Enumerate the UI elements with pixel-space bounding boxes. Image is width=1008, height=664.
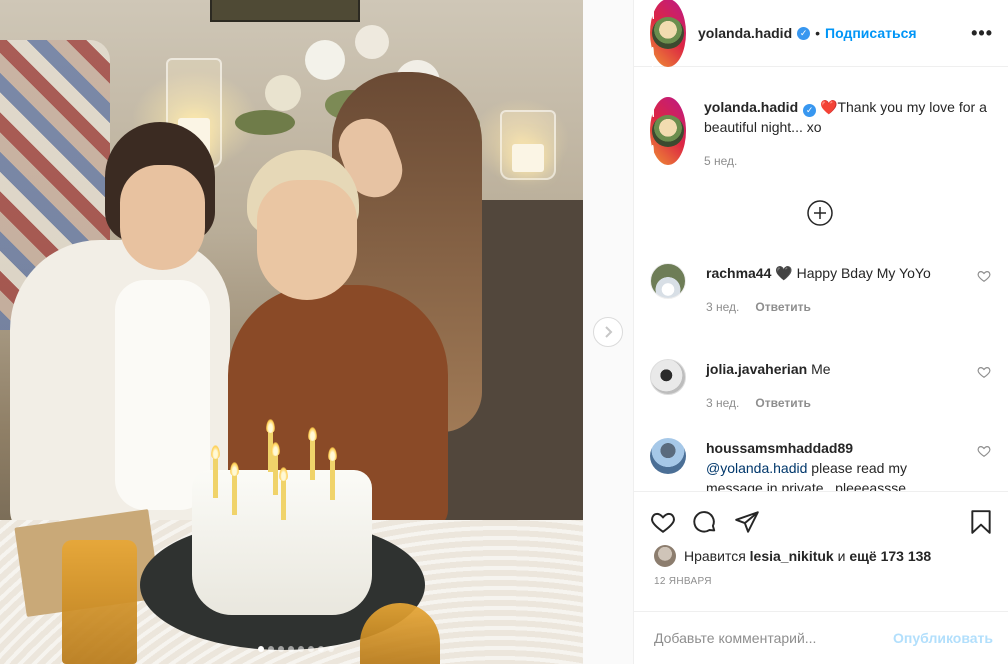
- carousel-dot: [278, 646, 284, 652]
- comment-item: jolia.javaherian Me 3 нед. Ответить: [650, 359, 995, 413]
- carousel-dots: [258, 646, 334, 652]
- more-icon[interactable]: •••: [971, 24, 993, 42]
- commenter-username[interactable]: jolia.javaherian: [706, 361, 807, 377]
- candle: [308, 427, 317, 480]
- carousel-dot: [318, 646, 324, 652]
- reply-button[interactable]: Ответить: [755, 297, 810, 317]
- comment-icon: [693, 511, 716, 533]
- author-username[interactable]: yolanda.hadid: [698, 25, 792, 41]
- carousel-dot: [298, 646, 304, 652]
- comment-time[interactable]: 3 нед.: [706, 297, 739, 317]
- commenter-avatar[interactable]: [650, 359, 686, 395]
- chevron-right-icon: [605, 326, 613, 338]
- comment-text: 🖤 Happy Bday My YoYo: [775, 265, 931, 281]
- candle-jar: [500, 110, 556, 180]
- comment-item: houssamsmhaddad89 @yolanda.hadid please …: [650, 438, 995, 491]
- caption-avatar[interactable]: [650, 97, 686, 165]
- reply-button[interactable]: Ответить: [755, 393, 810, 413]
- post-panel: yolanda.hadid ✓ • Подписаться ••• yoland…: [633, 0, 1008, 664]
- comments-list[interactable]: yolanda.hadid ✓ ❤️Thank you my love for a…: [634, 67, 1008, 491]
- add-comment-bar: Добавьте комментарий... Опубликовать: [634, 611, 1008, 664]
- carousel-dot: [328, 646, 334, 652]
- likes-summary[interactable]: Нравится lesia_nikituk и ещё 173 138: [634, 538, 1008, 568]
- carousel-dot: [258, 646, 264, 652]
- next-photo-button[interactable]: [593, 317, 623, 347]
- commenter-username[interactable]: houssamsmhaddad89: [706, 440, 853, 456]
- liker-avatar[interactable]: [654, 545, 676, 567]
- add-comments-icon[interactable]: [806, 199, 834, 227]
- person-center-face: [257, 180, 357, 300]
- verified-icon: ✓: [797, 26, 811, 40]
- save-button[interactable]: [969, 509, 993, 535]
- post-header: yolanda.hadid ✓ • Подписаться •••: [634, 0, 1008, 67]
- action-bar: [634, 492, 1008, 538]
- like-button[interactable]: [650, 510, 676, 534]
- heart-emoji: ❤️: [820, 99, 838, 115]
- carousel-dot: [268, 646, 274, 652]
- publish-button[interactable]: Опубликовать: [893, 630, 993, 646]
- comment-text: Me: [811, 361, 831, 377]
- share-icon: [735, 511, 759, 533]
- verified-icon: ✓: [803, 103, 817, 117]
- likes-middle: и: [837, 548, 846, 564]
- candle: [230, 462, 239, 515]
- heart-icon[interactable]: [977, 444, 991, 458]
- comment-item: rachma44 🖤 Happy Bday My YoYo 3 нед. Отве…: [650, 263, 995, 317]
- candle: [279, 467, 288, 520]
- likes-prefix: Нравится: [684, 548, 746, 564]
- share-button[interactable]: [734, 509, 760, 535]
- person-left-face: [120, 165, 205, 270]
- author-avatar[interactable]: [650, 0, 686, 67]
- follow-button[interactable]: Подписаться: [825, 25, 917, 41]
- wall-painting: [210, 0, 360, 22]
- carousel-dot: [288, 646, 294, 652]
- post-photo[interactable]: [0, 0, 633, 664]
- heart-icon[interactable]: [977, 365, 991, 379]
- comment-mention[interactable]: @yolanda.hadid: [706, 460, 807, 476]
- comment-input[interactable]: Добавьте комментарий...: [654, 630, 893, 646]
- heart-icon[interactable]: [977, 269, 991, 283]
- comment-time[interactable]: 3 нед.: [706, 393, 739, 413]
- caption-username[interactable]: yolanda.hadid: [704, 99, 798, 115]
- commenter-avatar[interactable]: [650, 438, 686, 474]
- candle: [271, 442, 280, 495]
- heart-icon: [651, 512, 675, 533]
- bookmark-icon: [971, 510, 991, 534]
- caption: yolanda.hadid ✓ ❤️Thank you my love for a…: [650, 97, 995, 171]
- amber-glass: [62, 540, 137, 664]
- liker-username[interactable]: lesia_nikituk: [750, 548, 834, 564]
- commenter-username[interactable]: rachma44: [706, 265, 771, 281]
- caption-time[interactable]: 5 нед.: [704, 151, 737, 171]
- candle: [328, 447, 337, 500]
- commenter-avatar[interactable]: [650, 263, 686, 299]
- post-actions: Нравится lesia_nikituk и ещё 173 138 12 …: [634, 491, 1008, 596]
- likes-count[interactable]: ещё 173 138: [849, 548, 931, 564]
- comment-button[interactable]: [692, 509, 718, 535]
- separator-dot: •: [815, 25, 821, 41]
- post-date[interactable]: 12 января: [634, 568, 1008, 596]
- candle: [211, 445, 220, 498]
- carousel-dot: [308, 646, 314, 652]
